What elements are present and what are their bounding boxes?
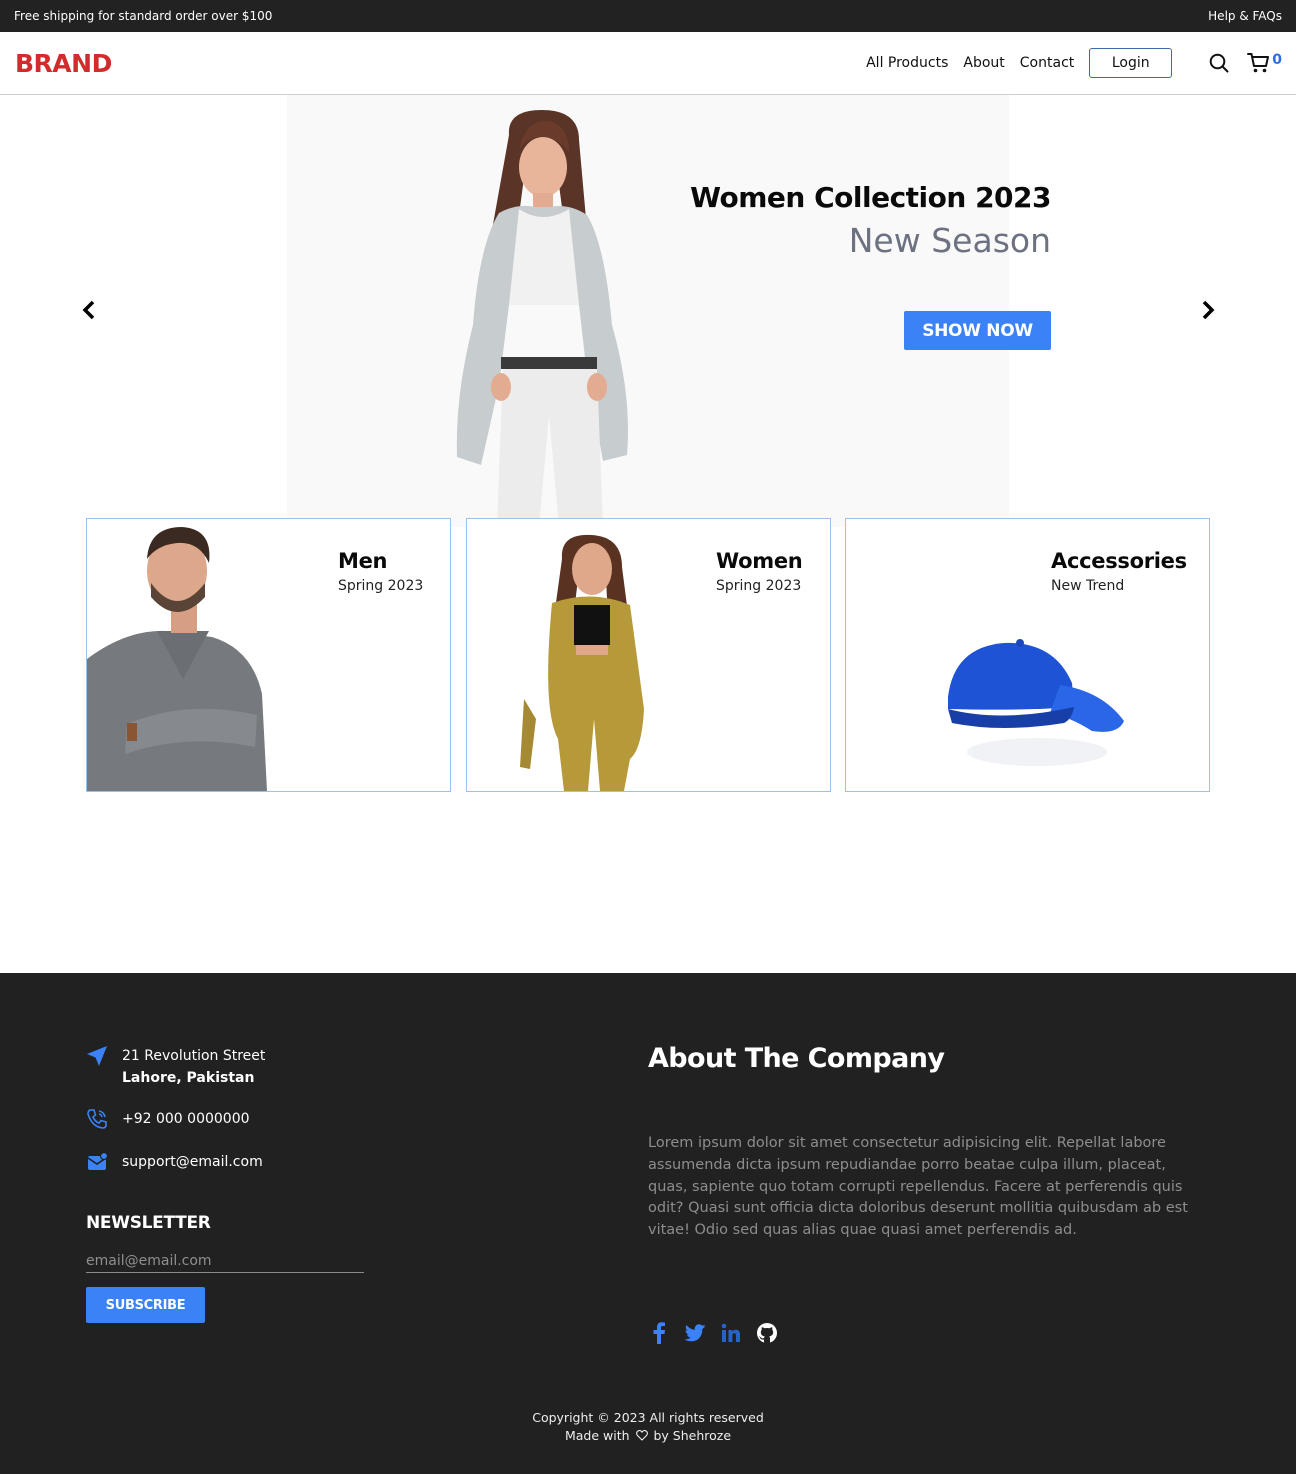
- top-bar: Free shipping for standard order over $1…: [0, 0, 1296, 32]
- category-card-accessories[interactable]: Accessories New Trend: [845, 518, 1210, 792]
- category-subtitle-accessories: New Trend: [1051, 578, 1125, 594]
- hero-slider: Women Collection 2023 New Season SHOW NO…: [0, 95, 1296, 527]
- category-card-men[interactable]: Men Spring 2023: [86, 518, 451, 792]
- category-title-women: Women: [716, 549, 803, 573]
- shipping-notice: Free shipping for standard order over $1…: [14, 9, 273, 23]
- nav-all-products[interactable]: All Products: [866, 55, 948, 71]
- email-address: support@email.com: [122, 1154, 263, 1170]
- phone-icon: [86, 1108, 108, 1130]
- mail-icon: [86, 1151, 108, 1173]
- men-model-image: [87, 527, 267, 791]
- made-with-line: Made with by Shehroze: [0, 1427, 1296, 1446]
- category-subtitle-women: Spring 2023: [716, 578, 802, 594]
- contact-email: support@email.com: [86, 1151, 263, 1173]
- newsletter-title: NEWSLETTER: [86, 1213, 211, 1233]
- phone-number: +92 000 0000000: [122, 1111, 250, 1127]
- search-icon[interactable]: [1208, 52, 1230, 74]
- heart-icon: [635, 1428, 648, 1446]
- github-icon[interactable]: [756, 1322, 778, 1344]
- made-with-prefix: Made with: [564, 1428, 630, 1443]
- brand-logo[interactable]: BRAND: [15, 49, 112, 78]
- hero-subtitle: New Season: [848, 221, 1051, 260]
- copyright-text: Copyright © 2023 All rights reserved: [532, 1410, 764, 1425]
- help-faqs-link[interactable]: Help & FAQs: [1208, 9, 1282, 23]
- site-footer: 21 Revolution Street Lahore, Pakistan +9…: [0, 973, 1296, 1474]
- about-company-text: Lorem ipsum dolor sit amet consectetur a…: [648, 1135, 1188, 1239]
- social-links: [648, 1322, 792, 1344]
- login-button[interactable]: Login: [1089, 48, 1173, 78]
- copyright-block: Copyright © 2023 All rights reserved Mad…: [0, 1409, 1296, 1446]
- main-nav: All Products About Contact Login 0: [866, 48, 1282, 78]
- cart-button[interactable]: 0: [1247, 52, 1282, 74]
- nav-about[interactable]: About: [963, 55, 1004, 71]
- show-now-button[interactable]: SHOW NOW: [904, 311, 1051, 350]
- contact-phone: +92 000 0000000: [86, 1108, 250, 1130]
- location-arrow-icon: [86, 1045, 108, 1067]
- nav-contact[interactable]: Contact: [1020, 55, 1074, 71]
- subscribe-button[interactable]: SUBSCRIBE: [86, 1287, 205, 1323]
- facebook-icon[interactable]: [648, 1322, 670, 1344]
- contact-address: 21 Revolution Street Lahore, Pakistan: [86, 1045, 265, 1089]
- category-subtitle-men: Spring 2023: [338, 578, 424, 594]
- cart-count: 0: [1272, 52, 1282, 68]
- linkedin-icon[interactable]: [720, 1322, 742, 1344]
- twitter-icon[interactable]: [684, 1322, 706, 1344]
- address-line-1: 21 Revolution Street: [122, 1048, 266, 1064]
- cap-image: [948, 639, 1124, 766]
- hero-title: Women Collection 2023: [690, 181, 1051, 214]
- category-title-men: Men: [338, 549, 388, 573]
- about-company-title: About The Company: [648, 1043, 945, 1074]
- chevron-left-icon[interactable]: [78, 298, 100, 322]
- cart-icon: [1247, 52, 1270, 74]
- address-line-2: Lahore, Pakistan: [122, 1070, 255, 1086]
- made-with-suffix: by Shehroze: [653, 1428, 732, 1443]
- site-header: BRAND All Products About Contact Login 0: [0, 32, 1296, 95]
- category-card-women[interactable]: Women Spring 2023: [466, 518, 831, 792]
- women-model-image: [520, 534, 644, 791]
- hero-model-image: [287, 95, 1009, 527]
- newsletter-email-input[interactable]: [86, 1249, 364, 1273]
- category-title-accessories: Accessories: [1051, 549, 1187, 573]
- chevron-right-icon[interactable]: [1197, 298, 1219, 322]
